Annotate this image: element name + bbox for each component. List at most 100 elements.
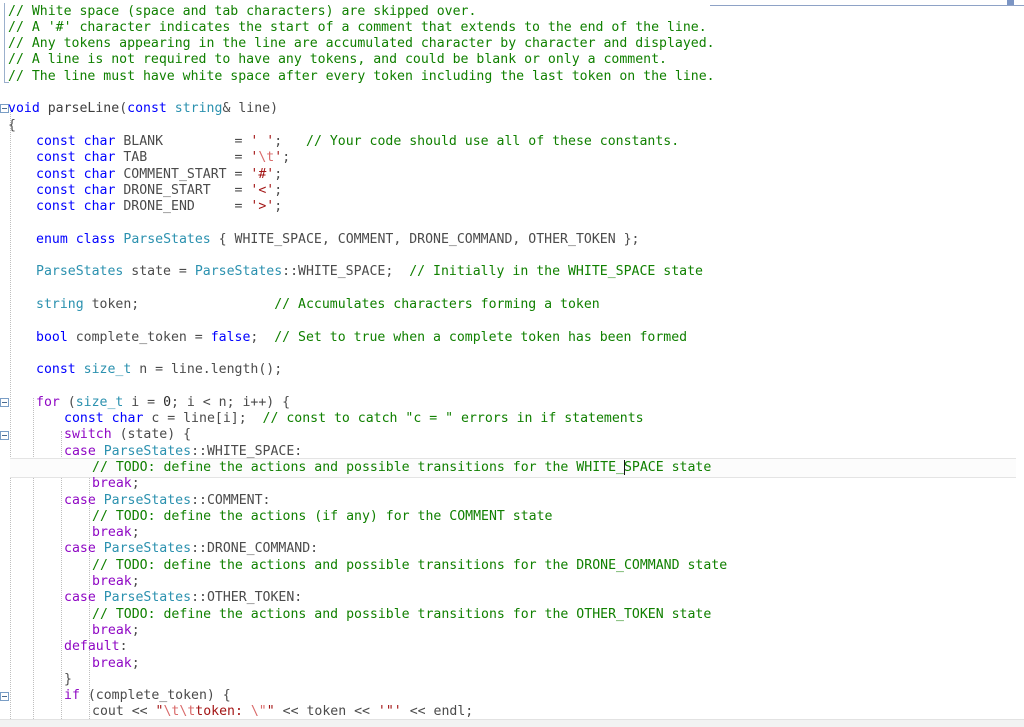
token-esc: \t	[258, 150, 275, 166]
code-line[interactable]: string token; // Accumulates characters …	[36, 297, 600, 313]
code-line[interactable]: const char c = line[i]; // const to catc…	[64, 411, 644, 427]
comment-block-region	[4, 3, 9, 83]
indent-guide	[10, 110, 11, 719]
code-line[interactable]	[36, 313, 44, 329]
token-op: <<	[401, 704, 434, 720]
code-line[interactable]: const char DRONE_START = '<';	[36, 183, 282, 199]
token-punct: ;	[131, 525, 140, 541]
token-plain: line	[238, 101, 271, 117]
token-ctrl: default	[64, 639, 120, 655]
code-line[interactable]: break;	[92, 476, 140, 492]
token-ctrl: break	[92, 574, 132, 589]
code-line[interactable]	[36, 215, 44, 231]
code-line[interactable]: break;	[92, 623, 140, 639]
token-op: <<	[346, 704, 378, 720]
token-punct: :	[119, 639, 128, 655]
token-kw: const	[36, 182, 76, 198]
token-ctrl: if	[64, 688, 80, 704]
token-type: string	[36, 296, 84, 312]
token-type: ParseStates	[103, 443, 192, 459]
code-line[interactable]: for (size_t i = 0; i < n; i++) {	[36, 395, 290, 411]
code-line[interactable]: // The line must have white space after …	[8, 69, 715, 85]
token-kw: char	[83, 133, 116, 149]
code-line[interactable]: const size_t n = line.length();	[36, 362, 282, 378]
token-plain: { WHITE_SPACE, COMMENT, DRONE_COMMAND, O…	[210, 231, 640, 247]
code-line[interactable]: case ParseStates::DRONE_COMMAND:	[64, 541, 318, 557]
code-line[interactable]: const char COMMENT_START = '#';	[36, 167, 282, 183]
code-line[interactable]: if (complete_token) {	[64, 688, 231, 704]
code-line[interactable]: {	[8, 118, 16, 134]
code-line[interactable]: // Any tokens appearing in the line are …	[8, 36, 715, 52]
code-line[interactable]: case ParseStates::COMMENT:	[64, 493, 270, 509]
token-type: ParseStates	[103, 492, 192, 508]
code-line[interactable]	[36, 248, 44, 264]
code-line[interactable]: const char DRONE_END = '>';	[36, 199, 282, 215]
token-com: // const to catch "c = " errors in if st…	[262, 411, 644, 426]
token-plain: endl	[433, 704, 466, 720]
scroll-position-marker[interactable]	[1007, 0, 1014, 5]
token-ctrl: break	[92, 525, 132, 541]
code-line[interactable]: break;	[92, 525, 140, 541]
code-line[interactable]: // TODO: define the actions and possible…	[92, 558, 727, 574]
token-punct: }	[64, 671, 72, 687]
token-str: ' '	[250, 133, 275, 149]
token-ctrl: break	[92, 622, 132, 638]
for-loop-fold[interactable]	[0, 398, 9, 407]
token-kw: class	[75, 231, 116, 247]
token-kw: const	[36, 150, 76, 166]
token-type: size_t	[83, 362, 132, 378]
token-plain: ::OTHER_TOKEN:	[191, 590, 303, 606]
code-line[interactable]: const char TAB = '\t';	[36, 150, 290, 166]
code-line[interactable]: break;	[92, 574, 140, 590]
code-line[interactable]	[36, 378, 44, 394]
token-plain: TAB =	[115, 150, 251, 166]
code-line[interactable]: // White space (space and tab characters…	[8, 4, 476, 20]
code-editor[interactable]: // White space (space and tab characters…	[0, 0, 1024, 727]
token-kw: char	[83, 150, 116, 166]
token-punct: ;	[274, 133, 306, 149]
code-line[interactable]: ParseStates state = ParseStates::WHITE_S…	[36, 264, 703, 280]
code-line[interactable]: // TODO: define the actions and possible…	[92, 460, 711, 476]
code-line[interactable]: break;	[92, 656, 140, 672]
token-com: // TODO: define the actions and possible…	[92, 606, 712, 622]
token-plain: DRONE_END =	[115, 199, 251, 215]
code-line[interactable]	[36, 281, 44, 297]
token-punct: ;	[274, 199, 283, 215]
code-line[interactable]: case ParseStates::OTHER_TOKEN:	[64, 590, 302, 606]
code-line[interactable]: void parseLine(const string& line)	[8, 101, 278, 117]
token-type: ParseStates	[36, 264, 124, 280]
code-line[interactable]	[36, 346, 44, 362]
token-plain: token	[306, 704, 347, 720]
code-line[interactable]: const char BLANK = ' '; // Your code sho…	[36, 134, 679, 150]
token-plain: complete_token =	[67, 329, 211, 345]
code-line[interactable]: case ParseStates::WHITE_SPACE:	[64, 444, 302, 460]
token-str: "	[266, 704, 275, 720]
token-kw: const	[127, 101, 167, 117]
token-plain: token;	[83, 296, 275, 312]
token-kw: const	[36, 133, 76, 149]
if-fold[interactable]	[0, 692, 9, 701]
code-line[interactable]: // A line is not required to have any to…	[8, 52, 667, 68]
code-line[interactable]: switch (state) {	[64, 427, 191, 443]
code-line[interactable]	[8, 85, 16, 101]
code-line[interactable]: default:	[64, 639, 128, 655]
code-line[interactable]: }	[64, 672, 72, 688]
token-ctrl: break	[92, 655, 132, 671]
token-punct: ;	[131, 622, 140, 638]
text-caret	[624, 460, 625, 475]
code-line[interactable]: enum class ParseStates { WHITE_SPACE, CO…	[36, 232, 639, 248]
code-line[interactable]: // TODO: define the actions and possible…	[92, 607, 711, 623]
token-com: // TODO: define the actions and possible…	[92, 557, 728, 573]
code-line[interactable]: // A '#' character indicates the start o…	[8, 20, 707, 36]
token-type: ParseStates	[103, 590, 192, 606]
token-plain: DRONE_START =	[115, 182, 251, 198]
switch-fold[interactable]	[0, 431, 9, 440]
code-line[interactable]: bool complete_token = false; // Set to t…	[36, 330, 687, 346]
editor-top-divider	[710, 0, 1024, 6]
code-line[interactable]: // TODO: define the actions (if any) for…	[92, 509, 553, 525]
